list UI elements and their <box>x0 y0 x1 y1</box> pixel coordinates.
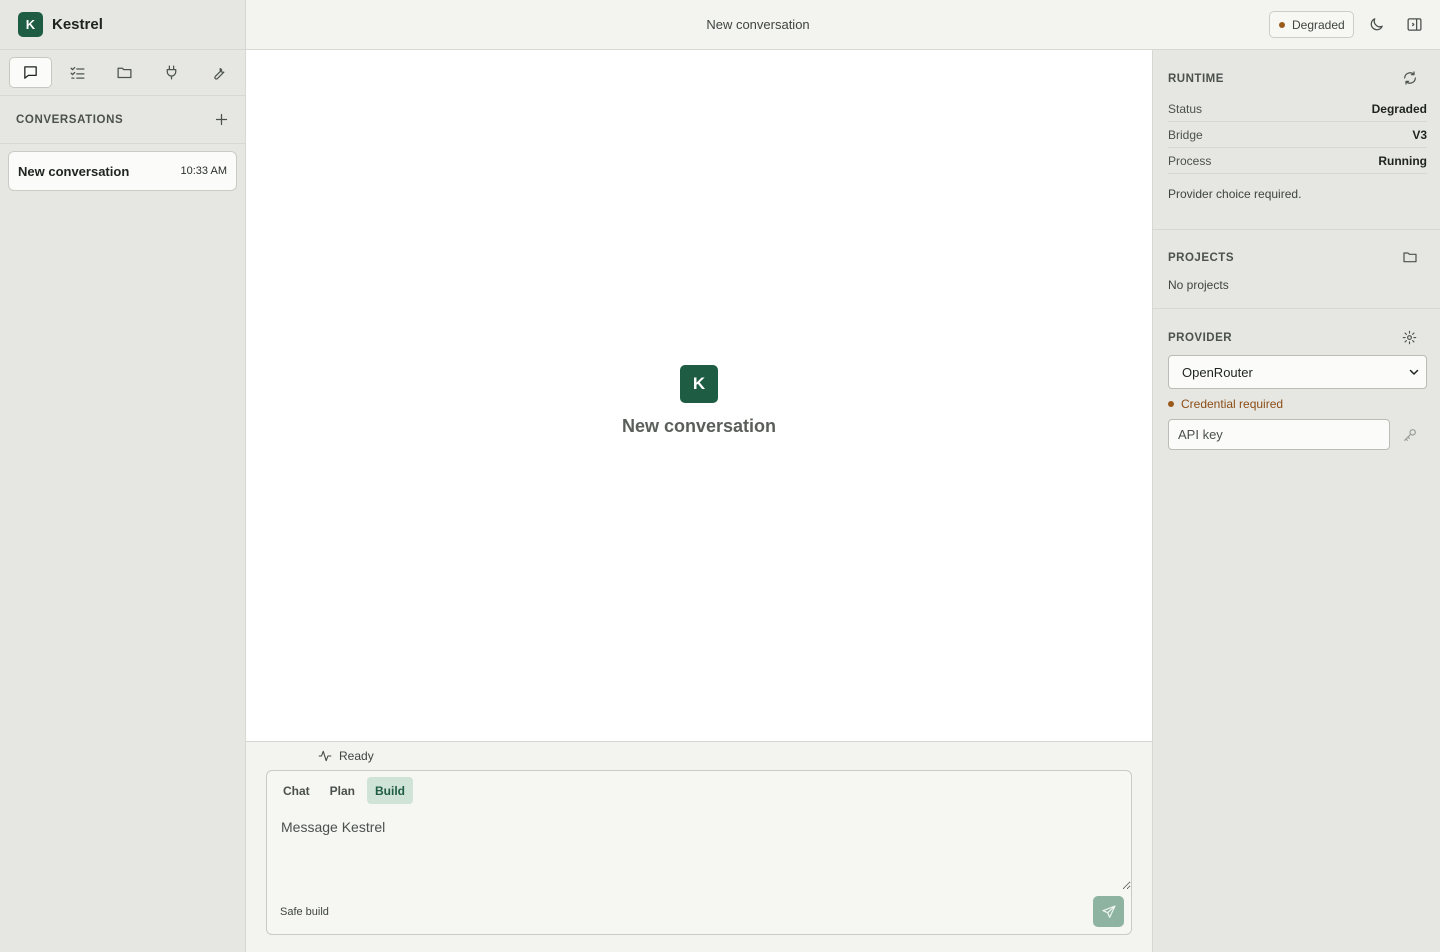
composer: Chat Plan Build Safe build <box>266 770 1132 935</box>
nav-tab-tasks[interactable] <box>56 57 99 88</box>
hero-title: New conversation <box>621 416 777 436</box>
conversation-item[interactable]: New conversation 10:33 AM <box>8 151 237 191</box>
status-dot <box>1279 21 1285 28</box>
app-logo: K <box>18 12 43 37</box>
folder-icon <box>1403 252 1417 263</box>
activity-icon <box>318 750 332 762</box>
nav-tab-tools[interactable] <box>197 57 240 88</box>
right-panel: RUNTIME Status Degraded Bridge V3 Proces… <box>1152 50 1440 952</box>
conversation-view: K New conversation <box>246 50 1152 742</box>
moon-icon <box>1370 18 1383 31</box>
chevron-down-icon <box>1409 369 1419 375</box>
runtime-value: V3 <box>1412 127 1427 142</box>
send-icon <box>1101 904 1116 918</box>
brand: K Kestrel <box>0 0 245 50</box>
conversation-name: New conversation <box>18 163 130 179</box>
credential-label: Credential required <box>1181 397 1284 411</box>
nav-tab-integrations[interactable] <box>150 57 193 88</box>
hero-logo: K <box>680 365 718 403</box>
activity-status-label: Ready <box>339 749 374 763</box>
sidebar-nav <box>0 50 245 96</box>
nav-tab-chat[interactable] <box>9 57 52 88</box>
runtime-value: Degraded <box>1371 101 1427 116</box>
gear-icon <box>1402 330 1417 345</box>
plug-icon <box>166 65 177 80</box>
projects-title: PROJECTS <box>1168 252 1234 264</box>
section-divider <box>1153 229 1440 230</box>
panel-right-icon <box>1407 18 1422 31</box>
refresh-runtime-button[interactable] <box>1402 70 1418 86</box>
top-bar: New conversation Degraded <box>246 0 1440 50</box>
nav-tab-files[interactable] <box>103 57 146 88</box>
section-divider <box>1153 308 1440 309</box>
app-name: Kestrel <box>52 16 103 33</box>
provider-select[interactable]: OpenRouter <box>1168 355 1427 389</box>
status-badge[interactable]: Degraded <box>1269 11 1354 38</box>
runtime-key: Bridge <box>1168 127 1203 142</box>
save-key-button[interactable] <box>1402 427 1418 443</box>
provider-title: PROVIDER <box>1168 332 1233 344</box>
runtime-row-status: Status Degraded <box>1168 96 1427 122</box>
checklist-icon <box>70 66 85 79</box>
status-label: Degraded <box>1292 17 1345 32</box>
composer-area: Ready Chat Plan Build Safe build <box>246 741 1152 952</box>
runtime-value: Running <box>1378 153 1427 168</box>
credential-status: Credential required <box>1168 397 1283 411</box>
activity-status: Ready <box>318 749 374 763</box>
conversations-title: CONVERSATIONS <box>16 113 124 126</box>
send-button[interactable] <box>1093 896 1124 927</box>
api-key-input[interactable] <box>1168 419 1390 450</box>
mode-chat[interactable]: Chat <box>275 777 318 804</box>
projects-empty: No projects <box>1168 278 1229 292</box>
key-icon <box>1404 429 1416 441</box>
safe-build-label: Safe build <box>280 906 329 918</box>
conversation-title: New conversation <box>706 17 810 32</box>
runtime-key: Process <box>1168 153 1212 168</box>
theme-toggle-button[interactable] <box>1368 16 1385 33</box>
chat-icon <box>24 66 37 79</box>
provider-settings-button[interactable] <box>1402 330 1417 345</box>
refresh-icon <box>1404 71 1416 85</box>
credential-dot <box>1168 401 1174 407</box>
mode-plan[interactable]: Plan <box>322 777 363 804</box>
runtime-title: RUNTIME <box>1168 73 1224 85</box>
conversations-header: CONVERSATIONS <box>0 96 245 144</box>
message-input[interactable] <box>273 815 1131 890</box>
toggle-panel-button[interactable] <box>1406 16 1423 33</box>
mode-build[interactable]: Build <box>367 777 414 804</box>
sidebar: K Kestrel CONVERSATIONS New conversation… <box>0 0 246 952</box>
runtime-key: Status <box>1168 101 1203 116</box>
runtime-note: Provider choice required. <box>1168 187 1302 201</box>
open-project-button[interactable] <box>1402 249 1418 265</box>
provider-selected: OpenRouter <box>1182 364 1253 380</box>
mode-switcher: Chat Plan Build <box>275 777 414 804</box>
empty-state: K New conversation <box>246 365 1152 437</box>
folder-icon <box>117 67 132 79</box>
runtime-row-bridge: Bridge V3 <box>1168 122 1427 148</box>
new-conversation-button[interactable] <box>214 112 229 127</box>
plus-icon <box>215 113 228 126</box>
runtime-row-process: Process Running <box>1168 148 1427 174</box>
wrench-icon <box>214 67 225 80</box>
conversation-time: 10:33 AM <box>180 165 227 177</box>
